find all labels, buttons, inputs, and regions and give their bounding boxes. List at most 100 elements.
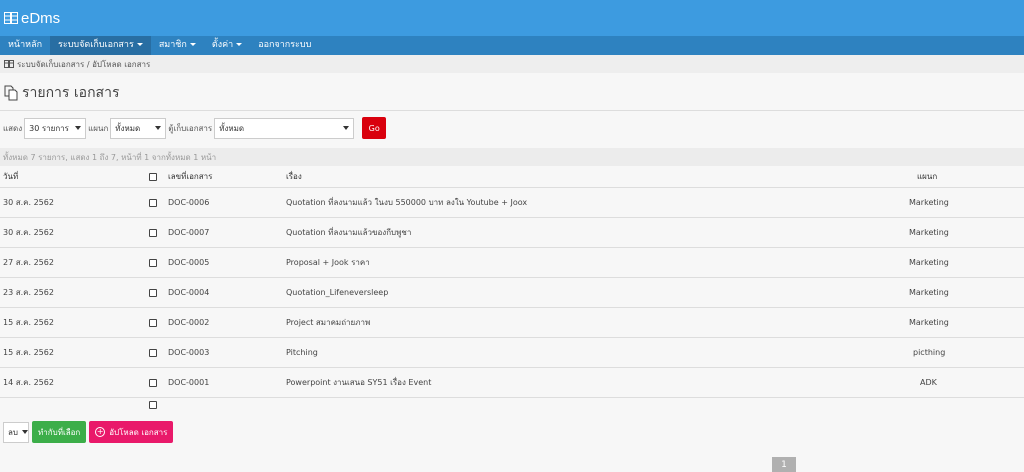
chevron-down-icon [343,126,350,130]
row-doc-no[interactable]: DOC-0002 [168,308,209,338]
row-subject[interactable]: Project สมาคมถ่ายภาพ [286,308,370,338]
dept-label: แผนก [88,123,109,133]
header-date[interactable]: วันที่ [3,166,18,188]
nav-settings[interactable]: ตั้งค่า [204,36,250,55]
app-brand[interactable]: eDms [21,10,60,27]
row-subject[interactable]: Powerpoint งานเสนอ SY51 เรื่อง Event [286,368,431,398]
row-doc-no[interactable]: DOC-0004 [168,278,209,308]
row-date: 30 ส.ค. 2562 [3,228,54,237]
row-dept: Marketing [909,288,949,297]
row-subject[interactable]: Proposal + Jook ราคา [286,248,370,278]
row-date: 14 ส.ค. 2562 [3,378,54,387]
dept-value: ทั้งหมด [115,123,141,133]
select-all-checkbox[interactable] [149,173,157,181]
breadcrumb: ระบบจัดเก็บเอกสาร / อัปโหลด เอกสาร [0,55,1024,73]
filter-bar: แสดง 30 รายการ แผนก ทั้งหมด ตู้เก็บเอกสา… [3,117,387,139]
chevron-down-icon [155,126,162,130]
nav-settings-label: ตั้งค่า [211,40,234,50]
row-date: 27 ส.ค. 2562 [3,258,54,267]
row-date: 23 ส.ค. 2562 [3,288,54,297]
row-checkbox[interactable] [149,199,157,207]
pagination-page[interactable]: 1 [772,457,796,472]
row-subject[interactable]: Quotation ที่ลงนามแล้ว ในงบ 550000 บาท ล… [286,188,527,218]
show-label: แสดง [3,123,23,133]
row-doc-no[interactable]: DOC-0007 [168,218,209,248]
upload-document-button[interactable]: + อัปโหลด เอกสาร [89,421,174,443]
row-subject[interactable]: Pitching [286,338,318,368]
row-checkbox[interactable] [149,379,157,387]
row-dept: Marketing [909,228,949,237]
chevron-down-icon [136,43,143,46]
row-subject[interactable]: Quotation ที่ลงนามแล้วของกีบพูชา [286,218,411,248]
row-doc-no[interactable]: DOC-0006 [168,188,209,218]
bulk-action-bar: ลบ ทำกับที่เลือก + อัปโหลด เอกสาร [3,421,174,443]
nav-home[interactable]: หน้าหลัก [0,36,50,55]
plus-circle-icon: + [95,427,106,437]
documents-table: วันที่ เลขที่เอกสาร เรื่อง แผนก 30 ส.ค. … [0,166,1024,398]
divider [0,110,1024,111]
chevron-down-icon [75,126,82,130]
results-summary-text: ทั้งหมด 7 รายการ, แสดง 1 ถึง 7, หน้าที่ … [3,152,217,162]
footer-select-all-checkbox[interactable] [149,401,157,409]
top-bar: eDms [0,0,1024,36]
table-row[interactable]: 15 ส.ค. 2562 DOC-0003 Pitching picthing [0,338,1024,368]
row-dept: Marketing [909,258,949,267]
row-checkbox[interactable] [149,289,157,297]
bulk-action-value: ลบ [8,427,18,437]
row-doc-no[interactable]: DOC-0001 [168,368,209,398]
row-checkbox[interactable] [149,349,157,357]
chevron-down-icon [189,43,196,46]
row-date: 15 ส.ค. 2562 [3,318,54,327]
row-date: 30 ส.ค. 2562 [3,198,54,207]
dept-select[interactable]: ทั้งหมด [110,117,167,139]
row-date: 15 ส.ค. 2562 [3,348,54,357]
main-nav: หน้าหลัก ระบบจัดเก็บเอกสาร สมาชิก ตั้งค่… [0,36,1024,55]
row-dept: Marketing [909,318,949,327]
show-count-value: 30 รายการ [29,123,69,133]
table-row[interactable]: 30 ส.ค. 2562 DOC-0006 Quotation ที่ลงนาม… [0,188,1024,218]
apply-selected-button[interactable]: ทำกับที่เลือก [32,421,87,443]
table-row[interactable]: 15 ส.ค. 2562 DOC-0002 Project สมาคมถ่ายภ… [0,308,1024,338]
cabinet-logo-icon [4,12,18,24]
page-title: รายการ เอกสาร [4,82,120,104]
header-doc-no[interactable]: เลขที่เอกสาร [168,166,212,188]
cabinet-select[interactable]: ทั้งหมด [214,117,355,139]
documents-icon [4,85,18,101]
chevron-down-icon [236,43,243,46]
table-row[interactable]: 14 ส.ค. 2562 DOC-0001 Powerpoint งานเสนอ… [0,368,1024,398]
nav-logout[interactable]: ออกจากระบบ [250,36,319,55]
table-header-row: วันที่ เลขที่เอกสาร เรื่อง แผนก [0,166,1024,188]
cabinet-value: ทั้งหมด [219,123,245,133]
row-doc-no[interactable]: DOC-0003 [168,338,209,368]
show-count-select[interactable]: 30 รายการ [24,117,87,139]
breadcrumb-text[interactable]: ระบบจัดเก็บเอกสาร / อัปโหลด เอกสาร [17,58,150,71]
upload-document-label: อัปโหลด เอกสาร [109,427,168,437]
header-subject[interactable]: เรื่อง [286,166,302,188]
cabinet-label: ตู้เก็บเอกสาร [168,123,213,133]
header-dept[interactable]: แผนก [917,166,937,188]
row-doc-no[interactable]: DOC-0005 [168,248,209,278]
nav-home-label: หน้าหลัก [8,40,43,50]
nav-members[interactable]: สมาชิก [151,36,204,55]
chevron-down-icon [21,430,28,434]
row-dept: Marketing [909,198,949,207]
nav-logout-label: ออกจากระบบ [258,40,312,50]
results-summary: ทั้งหมด 7 รายการ, แสดง 1 ถึง 7, หน้าที่ … [0,148,1024,166]
table-row[interactable]: 30 ส.ค. 2562 DOC-0007 Quotation ที่ลงนาม… [0,218,1024,248]
apply-selected-label: ทำกับที่เลือก [38,427,81,437]
go-button[interactable]: Go [362,117,387,139]
row-checkbox[interactable] [149,259,157,267]
table-row[interactable]: 27 ส.ค. 2562 DOC-0005 Proposal + Jook รา… [0,248,1024,278]
page-title-text: รายการ เอกสาร [22,85,120,101]
row-dept: ADK [920,378,937,387]
cabinet-icon [4,60,14,68]
row-checkbox[interactable] [149,319,157,327]
row-dept: picthing [913,348,946,357]
row-checkbox[interactable] [149,229,157,237]
nav-document-system-label: ระบบจัดเก็บเอกสาร [58,40,134,50]
nav-members-label: สมาชิก [158,40,187,50]
row-subject[interactable]: Quotation_Lifeneversleep [286,278,388,308]
table-row[interactable]: 23 ส.ค. 2562 DOC-0004 Quotation_Lifeneve… [0,278,1024,308]
nav-document-system[interactable]: ระบบจัดเก็บเอกสาร [50,36,151,55]
bulk-action-select[interactable]: ลบ [3,421,29,443]
